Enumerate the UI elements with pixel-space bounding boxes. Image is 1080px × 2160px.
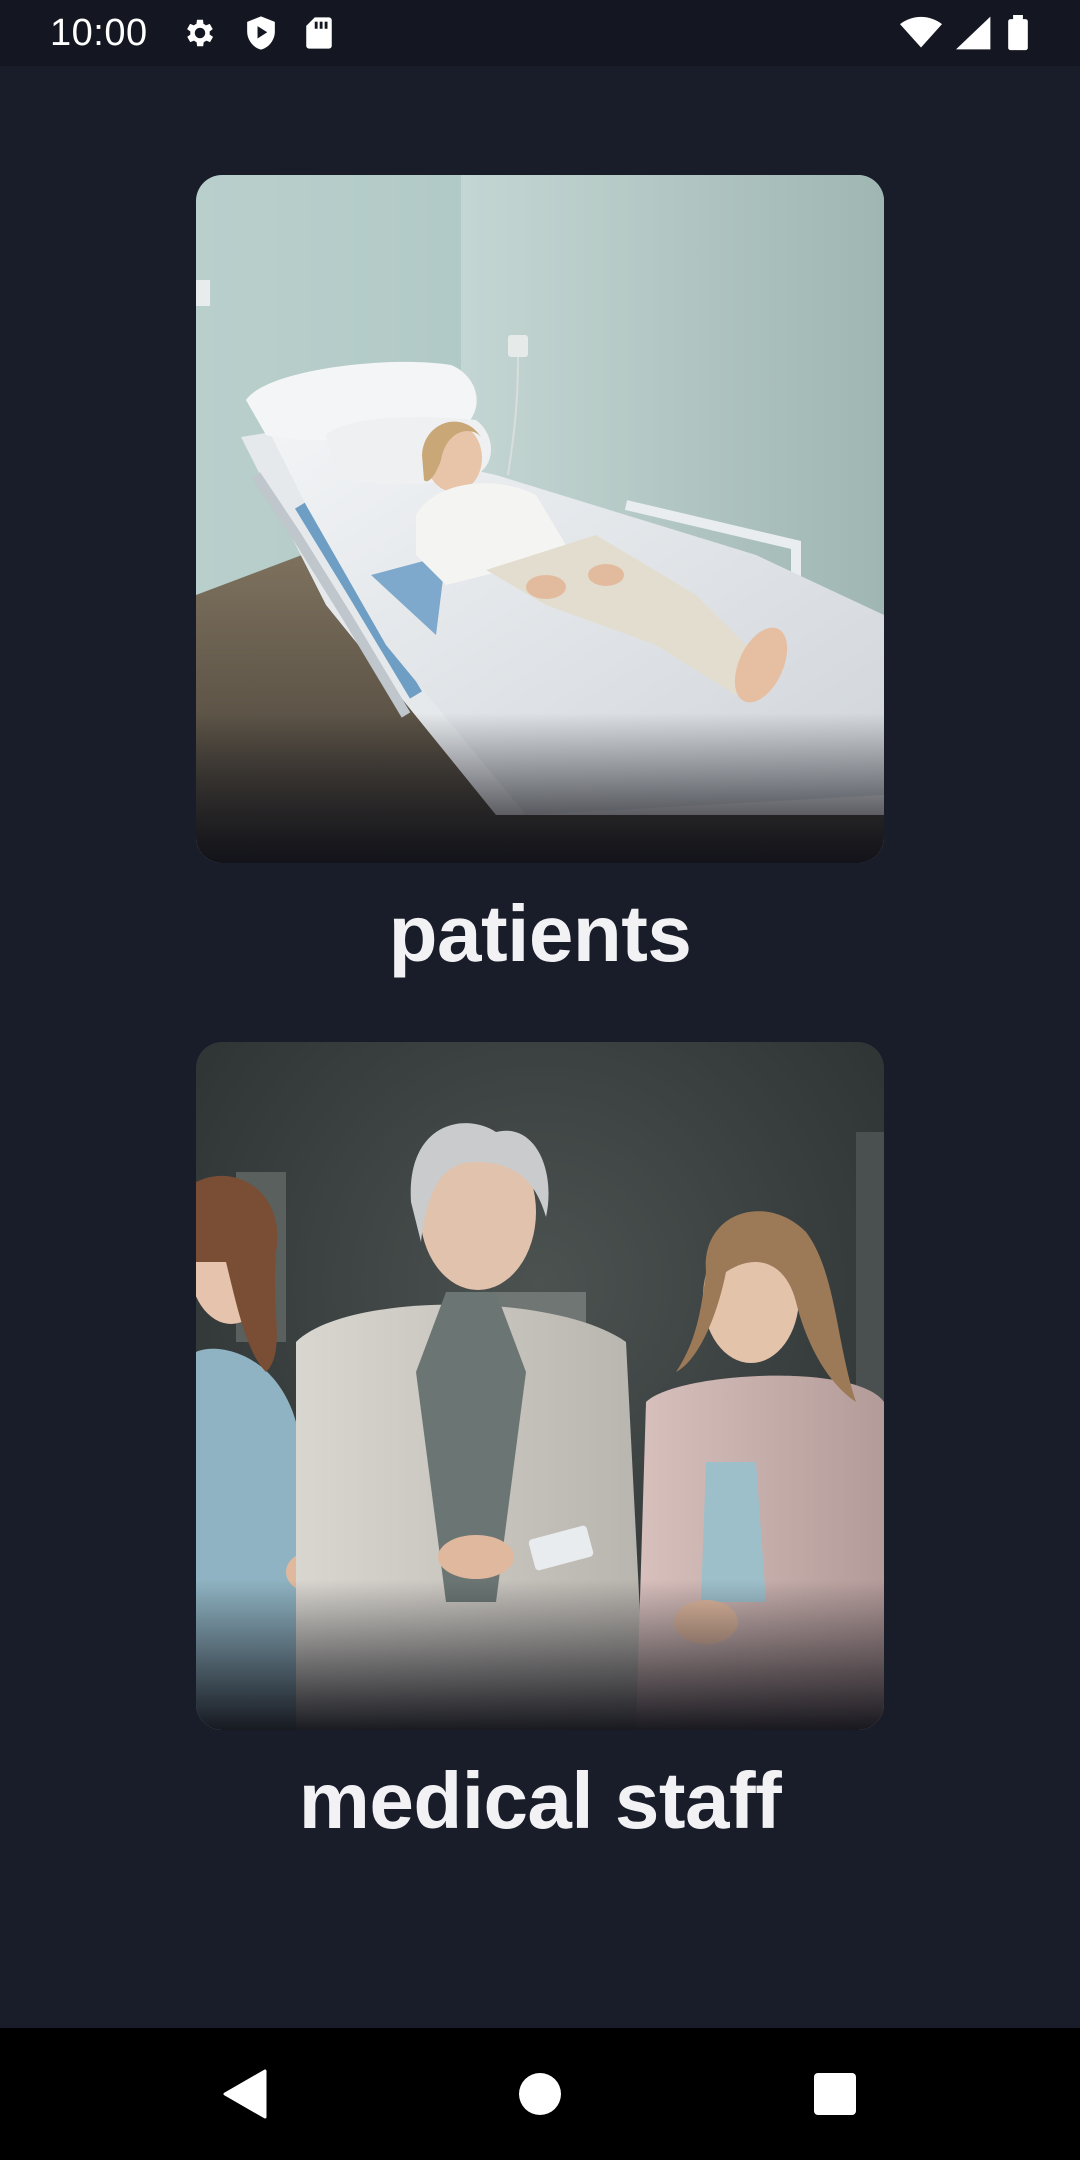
home-icon xyxy=(518,2072,562,2116)
cell-signal-icon xyxy=(956,16,992,50)
patients-image-fade xyxy=(196,713,884,863)
medical-staff-card[interactable] xyxy=(196,1042,884,1730)
wifi-icon xyxy=(900,16,942,50)
back-icon xyxy=(223,2069,267,2119)
battery-icon xyxy=(1006,15,1030,51)
status-bar: 10:00 xyxy=(0,0,1080,66)
recents-icon xyxy=(813,2072,857,2116)
home-button[interactable] xyxy=(470,2028,610,2160)
recents-button[interactable] xyxy=(765,2028,905,2160)
gear-icon xyxy=(182,15,218,51)
sd-card-icon xyxy=(304,16,334,50)
status-time: 10:00 xyxy=(50,11,148,54)
status-icons-left xyxy=(182,15,334,51)
status-icons-right xyxy=(900,15,1030,51)
patients-card[interactable] xyxy=(196,175,884,863)
navigation-bar xyxy=(0,2028,1080,2160)
back-button[interactable] xyxy=(175,2028,315,2160)
patients-label[interactable]: patients xyxy=(0,888,1080,980)
shield-play-icon xyxy=(244,15,278,51)
medical-staff-image-fade xyxy=(196,1580,884,1730)
screen: 10:00 patients medical staff xyxy=(0,0,1080,2160)
medical-staff-label[interactable]: medical staff xyxy=(0,1755,1080,1847)
